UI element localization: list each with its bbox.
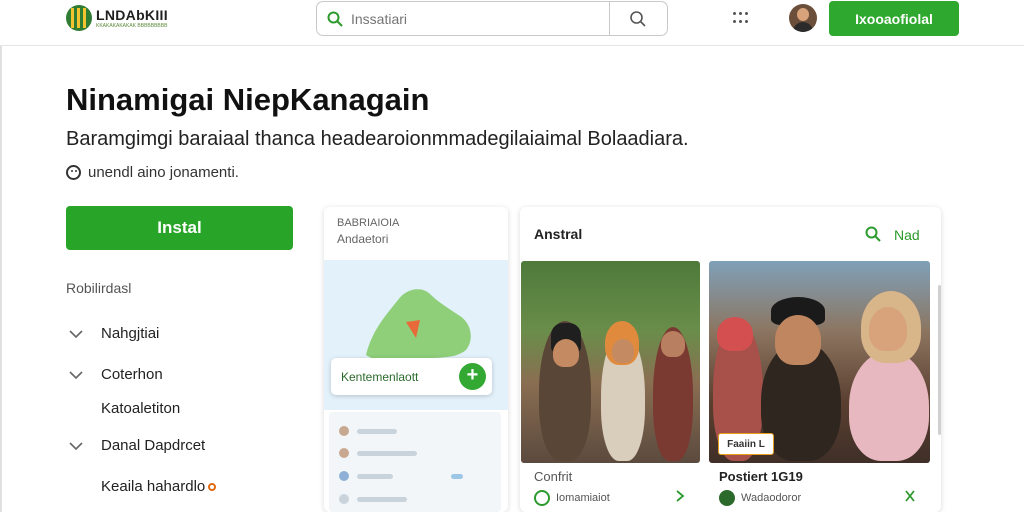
list-item[interactable] [339,424,489,438]
chevron-check-icon [69,371,83,380]
feature-label: Keaila hahardlo [101,478,206,495]
map-toast-label: Kentemenlaott [341,369,419,384]
logo-subtitle: KKAKAKAKAKAK BBBBBBBBB [96,22,168,29]
post-photo[interactable] [521,261,700,463]
post-photo[interactable]: Faaiin L [709,261,930,463]
post-footer[interactable]: Postiert 1G19 Wadaodoror [709,463,930,512]
feature-label: Nahgjtiai [101,324,160,342]
search-button[interactable] [609,2,667,35]
list-item[interactable] [339,469,489,483]
post-meta: Iomamiaiot [534,490,610,506]
search-input[interactable] [351,10,601,27]
chevron-check-icon [69,330,83,339]
verified-icon [719,490,735,506]
post-footer[interactable]: Confrit Iomamiaiot [521,463,700,512]
map-preview-card: BABRIAIOIA Andaetori Kentemenlaott + [324,207,508,512]
chevron-check-icon [69,442,83,451]
post-author: Confrit [534,469,573,484]
post-author: Postiert 1G19 [719,469,803,484]
logo-title: LNDAbKIII [96,6,168,23]
header-cta-button[interactable]: Ixooaofiolal [829,1,959,36]
post-meta-text: Iomamiaiot [556,492,610,504]
feed-title: Anstral [534,226,583,242]
info-note-text: unendl aino jonamenti. [88,164,239,181]
map-card-heading: BABRIAIOIA [337,217,400,229]
features-heading: Robilirdasl [66,280,132,296]
feature-item[interactable]: Nahgjtiai [66,323,159,343]
list-item[interactable] [339,446,489,460]
logo-mark-icon [66,5,92,31]
feed-card: Anstral Nad Faaiin L Confrit Iomamiaiot [520,207,941,512]
map-card-subheading: Andaetori [337,232,389,246]
add-button[interactable]: + [459,363,486,390]
search-icon [327,11,343,27]
map-list [329,412,501,512]
install-button[interactable]: Instal [66,206,293,250]
map-toast[interactable]: Kentemenlaott + [331,358,492,395]
feature-item[interactable]: Coterhon [66,364,163,384]
feature-label: Danal Dapdrcet [101,436,206,454]
user-avatar[interactable] [789,4,817,32]
feature-item[interactable]: Danal Dapdrcet [66,435,205,455]
info-note: unendl aino jonamenti. [66,164,239,181]
top-navigation-bar: LNDAbKIII KKAKAKAKAKAK BBBBBBBBB Ixooaof… [0,0,1024,46]
post-meta: Wadaodoror [719,490,801,506]
apps-grid-icon[interactable] [733,12,749,24]
smile-icon [66,165,81,180]
feed-next-link[interactable]: Nad [894,227,920,243]
page-subtitle: Baramgimgi baraiaal thanca headearoionmm… [66,128,689,150]
list-item[interactable] [339,492,489,506]
left-edge-divider [0,46,2,512]
feature-item[interactable]: Katoaletiton [101,400,180,417]
feature-item[interactable]: Keaila hahardlo [101,478,217,495]
feature-label: Coterhon [101,365,163,383]
close-icon[interactable] [904,489,916,503]
post-meta-text: Wadaodoror [741,492,802,504]
search-icon[interactable] [865,226,881,242]
chevron-right-icon[interactable] [674,489,686,503]
search-bar[interactable] [316,1,668,36]
feed-scrollbar[interactable] [938,285,941,435]
magnifier-icon [630,10,646,27]
logo-text: LNDAbKIII KKAKAKAKAKAK BBBBBBBBB [96,8,168,29]
post-tag-badge: Faaiin L [718,433,774,455]
status-dot-icon [208,482,217,491]
feature-label: Katoaletiton [101,400,181,417]
brand-logo[interactable]: LNDAbKIII KKAKAKAKAKAK BBBBBBBBB [66,5,168,31]
page-title: Ninamigai NiepKanagain [66,82,430,117]
location-icon [534,490,550,506]
